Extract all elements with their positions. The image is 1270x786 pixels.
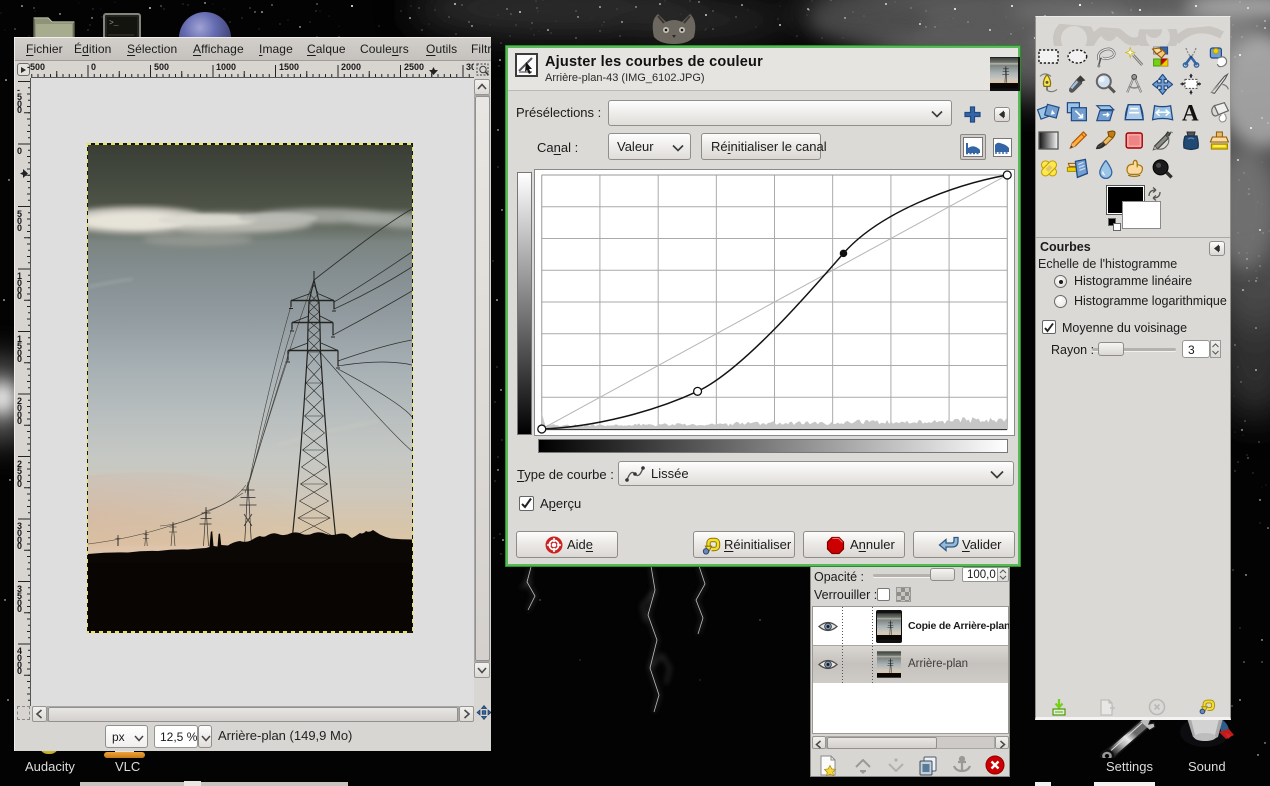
svg-text:>_: >_ xyxy=(109,19,119,28)
svg-text:A: A xyxy=(1182,101,1199,126)
